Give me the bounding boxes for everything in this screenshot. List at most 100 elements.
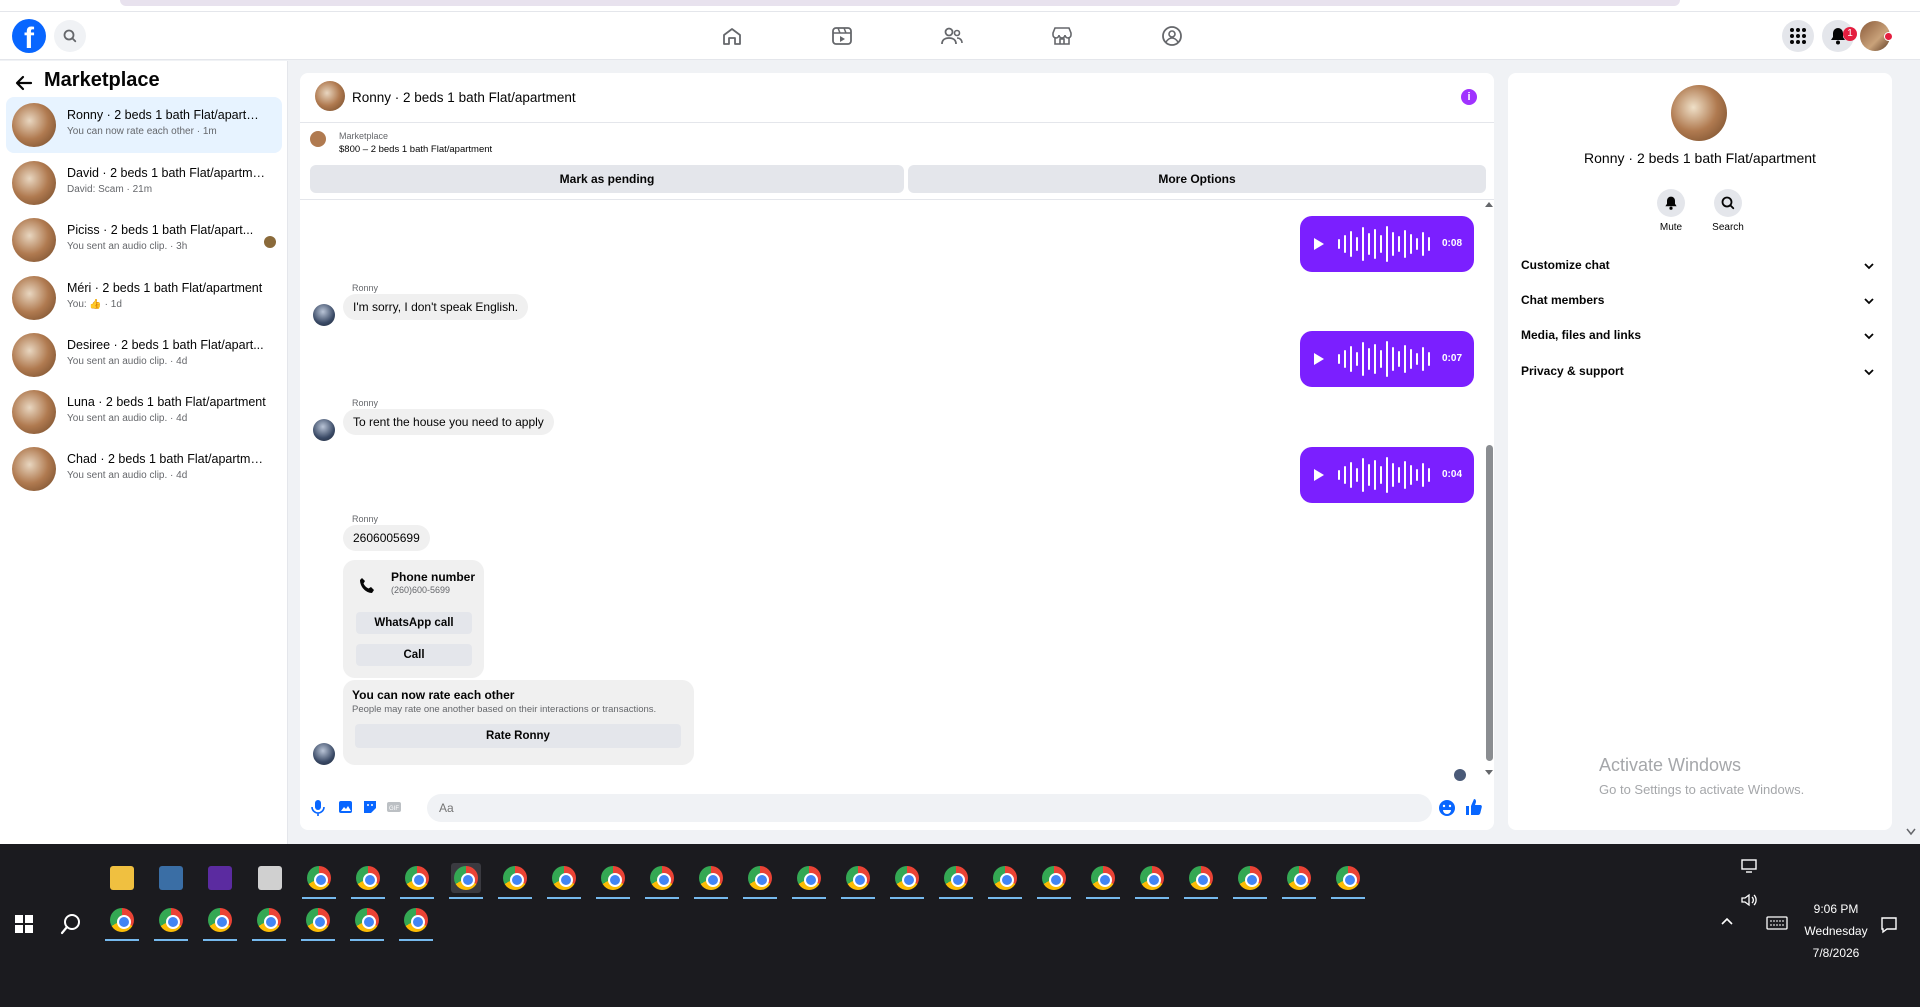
message-scrollbar[interactable] (1484, 200, 1494, 777)
rate-ronny-button[interactable]: Rate Ronny (355, 724, 681, 748)
customize-chat-section[interactable]: Customize chat (1521, 250, 1881, 280)
chat-info-avatar[interactable] (1671, 85, 1727, 141)
chrome-window-icon[interactable] (154, 905, 188, 941)
photo-icon[interactable] (338, 799, 354, 815)
volume-icon[interactable] (1740, 892, 1758, 908)
chat-title[interactable]: Ronny · 2 beds 1 bath Flat/apartment (352, 90, 576, 105)
chrome-window-icon[interactable] (105, 905, 139, 941)
chat-avatar[interactable] (315, 81, 345, 111)
windows-start-icon[interactable] (14, 914, 34, 934)
more-options-button[interactable]: More Options (908, 165, 1486, 193)
taskbar-clock[interactable]: 9:06 PM Wednesday 7/8/2026 (1776, 898, 1896, 964)
chrome-window-icon[interactable] (1282, 863, 1316, 899)
chrome-window-icon[interactable] (596, 863, 630, 899)
mute-button[interactable] (1657, 189, 1685, 217)
chrome-window-icon[interactable] (203, 905, 237, 941)
message-input[interactable] (427, 794, 1432, 822)
whatsapp-call-button[interactable]: WhatsApp call (356, 612, 472, 634)
address-bar[interactable] (120, 0, 1680, 6)
chrome-window-icon[interactable] (1331, 863, 1365, 899)
conversation-item[interactable]: Desiree · 2 beds 1 bath Flat/apart... Yo… (6, 327, 282, 383)
chrome-window-icon[interactable] (694, 863, 728, 899)
privacy-support-section[interactable]: Privacy & support (1521, 356, 1881, 386)
scroll-up-arrow[interactable] (1485, 202, 1493, 207)
info-icon[interactable]: i (1461, 89, 1477, 105)
waveform-icon (1338, 341, 1430, 377)
play-icon[interactable] (1314, 469, 1324, 481)
scroll-down-arrow[interactable] (1485, 770, 1493, 775)
message-bubble[interactable]: I'm sorry, I don't speak English. (343, 294, 529, 320)
scroll-thumb[interactable] (1486, 445, 1493, 761)
chrome-window-icon[interactable] (939, 863, 973, 899)
message-bubble[interactable]: To rent the house you need to apply (343, 409, 554, 435)
home-icon[interactable] (720, 24, 744, 48)
conversation-item[interactable]: Méri · 2 beds 1 bath Flat/apartment You:… (6, 270, 282, 326)
chrome-window-icon[interactable] (449, 863, 483, 899)
chrome-window-icon[interactable] (252, 905, 286, 941)
mark-as-pending-button[interactable]: Mark as pending (310, 165, 904, 193)
back-arrow-icon[interactable] (14, 73, 34, 93)
conversation-item[interactable]: Luna · 2 beds 1 bath Flat/apartment You … (6, 384, 282, 440)
chrome-window-icon[interactable] (1037, 863, 1071, 899)
chrome-logo-icon (1091, 866, 1115, 890)
chrome-window-icon[interactable] (890, 863, 924, 899)
search-button[interactable] (54, 20, 86, 52)
chrome-window-icon[interactable] (792, 863, 826, 899)
thumbs-up-icon[interactable] (1464, 797, 1484, 817)
sticker-icon[interactable] (362, 799, 378, 815)
conversation-item[interactable]: David · 2 beds 1 bath Flat/apartment Dav… (6, 155, 282, 211)
microphone-icon[interactable] (310, 799, 326, 817)
call-button[interactable]: Call (356, 644, 472, 666)
conversation-item[interactable]: Piciss · 2 beds 1 bath Flat/apart... You… (6, 212, 282, 268)
chrome-window-icon[interactable] (498, 863, 532, 899)
gif-icon[interactable]: GIF (386, 799, 402, 815)
menu-button[interactable] (1782, 20, 1814, 52)
friends-icon[interactable] (940, 24, 964, 48)
media-files-links-section[interactable]: Media, files and links (1521, 320, 1881, 350)
calculator-icon[interactable] (156, 863, 186, 893)
seen-avatar (264, 236, 276, 248)
video-icon[interactable] (830, 24, 854, 48)
facebook-logo[interactable]: f (12, 19, 46, 53)
taskbar-search-icon[interactable] (60, 913, 82, 935)
listing-banner[interactable]: Marketplace $800 – 2 beds 1 bath Flat/ap… (300, 124, 1494, 162)
chrome-window-icon[interactable] (351, 863, 385, 899)
page-scroll-down-icon[interactable] (1906, 828, 1916, 836)
chrome-window-icon[interactable] (302, 863, 336, 899)
chrome-window-icon[interactable] (988, 863, 1022, 899)
emoji-icon[interactable] (1438, 799, 1456, 817)
active-indicator (350, 939, 384, 941)
file-explorer-icon[interactable] (107, 863, 137, 893)
gaming-icon[interactable] (1160, 24, 1184, 48)
chrome-window-icon[interactable] (400, 863, 434, 899)
chrome-window-icon[interactable] (1135, 863, 1169, 899)
app-icon[interactable] (255, 863, 285, 893)
play-icon[interactable] (1314, 353, 1324, 365)
play-icon[interactable] (1314, 238, 1324, 250)
chrome-window-icon[interactable] (1233, 863, 1267, 899)
notification-center-icon[interactable] (1880, 916, 1898, 934)
conversation-item[interactable]: Chad · 2 beds 1 bath Flat/apartment You … (6, 441, 282, 497)
tray-chevron-up-icon[interactable] (1720, 916, 1734, 926)
chrome-window-icon[interactable] (1086, 863, 1120, 899)
marketplace-icon[interactable] (1050, 24, 1074, 48)
conversation-item[interactable]: Ronny · 2 beds 1 bath Flat/apartm... You… (6, 97, 282, 153)
desktop-icon[interactable] (1740, 858, 1758, 874)
chrome-window-icon[interactable] (399, 905, 433, 941)
search-in-chat-button[interactable] (1714, 189, 1742, 217)
chrome-window-icon[interactable] (301, 905, 335, 941)
chrome-window-icon[interactable] (743, 863, 777, 899)
chrome-window-icon[interactable] (547, 863, 581, 899)
chrome-window-icon[interactable] (841, 863, 875, 899)
windows-taskbar: 9:06 PM Wednesday 7/8/2026 (0, 844, 1920, 1007)
app-icon[interactable] (205, 863, 235, 893)
message-bubble[interactable]: 2606005699 (343, 525, 430, 551)
chrome-window-icon[interactable] (645, 863, 679, 899)
voice-message[interactable]: 0:08 (1300, 216, 1474, 272)
chat-members-section[interactable]: Chat members (1521, 285, 1881, 315)
voice-message[interactable]: 0:04 (1300, 447, 1474, 503)
voice-message[interactable]: 0:07 (1300, 331, 1474, 387)
chrome-window-icon[interactable] (1184, 863, 1218, 899)
chrome-logo-icon (1336, 866, 1360, 890)
chrome-window-icon[interactable] (350, 905, 384, 941)
